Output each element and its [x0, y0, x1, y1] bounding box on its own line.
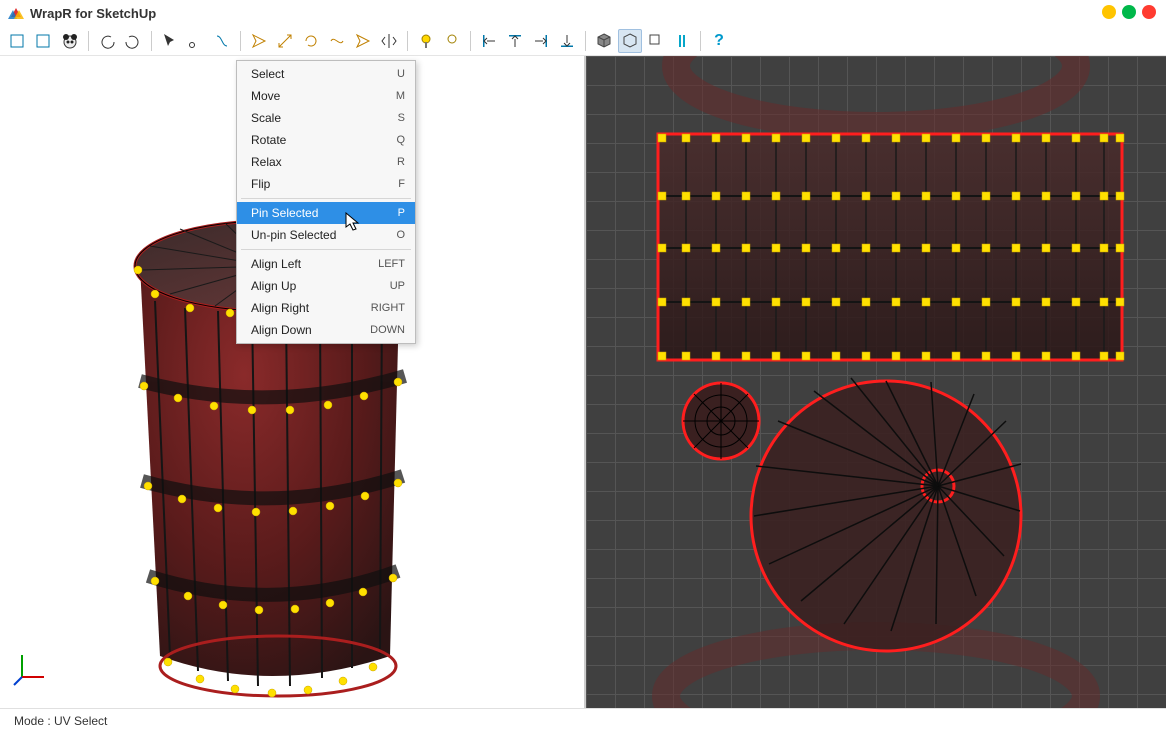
menu-item-shortcut: O [396, 229, 405, 241]
menu-item-shortcut: R [397, 156, 405, 168]
menu-item-shortcut: S [398, 112, 405, 124]
menu-item-shortcut: DOWN [370, 324, 405, 336]
menu-item-align-down[interactable]: Align Down DOWN [237, 319, 415, 341]
menu-item-label: Align Down [251, 323, 312, 337]
pin-selected-icon[interactable] [414, 29, 438, 53]
menu-item-move[interactable]: Move M [237, 85, 415, 107]
toolbar-separator [700, 31, 701, 51]
export-icon[interactable] [32, 29, 56, 53]
flip-icon[interactable] [377, 29, 401, 53]
undo-icon[interactable] [95, 29, 119, 53]
menu-item-shortcut: F [398, 178, 405, 190]
menu-item-shortcut: UP [390, 280, 405, 292]
menu-item-shortcut: M [396, 90, 405, 102]
cut-icon[interactable] [184, 29, 208, 53]
cube-solid-icon[interactable] [592, 29, 616, 53]
menu-item-pin-selected[interactable]: Pin Selected P [237, 202, 415, 224]
menu-item-label: Select [251, 67, 284, 81]
menu-item-label: Align Left [251, 257, 301, 271]
panda-icon[interactable] [58, 29, 82, 53]
stitch-icon[interactable] [210, 29, 234, 53]
content-area [0, 56, 1166, 708]
toolbar-separator [240, 31, 241, 51]
toolbar-separator [151, 31, 152, 51]
cube-wire-icon[interactable] [618, 29, 642, 53]
menu-item-shortcut: Q [396, 134, 405, 146]
redo-icon[interactable] [121, 29, 145, 53]
toolbar-separator [470, 31, 471, 51]
minimize-button[interactable] [1102, 5, 1116, 19]
rotate-icon[interactable] [299, 29, 323, 53]
menu-item-shortcut: P [398, 207, 405, 219]
menu-item-label: Align Up [251, 279, 296, 293]
menu-item-relax[interactable]: Relax R [237, 151, 415, 173]
menu-item-scale[interactable]: Scale S [237, 107, 415, 129]
menu-item-align-right[interactable]: Align Right RIGHT [237, 297, 415, 319]
window-controls [1102, 5, 1156, 19]
menu-item-label: Move [251, 89, 280, 103]
menu-item-un-pin-selected[interactable]: Un-pin Selected O [237, 224, 415, 246]
context-menu[interactable]: Select U Move M Scale S Rotate Q Relax R Flip F Pin … [236, 60, 416, 344]
menu-item-label: Pin Selected [251, 206, 318, 220]
menu-separator [241, 249, 411, 250]
menu-item-align-left[interactable]: Align Left LEFT [237, 253, 415, 275]
pin-icon[interactable] [351, 29, 375, 53]
close-button[interactable] [1142, 5, 1156, 19]
menu-item-label: Align Right [251, 301, 309, 315]
scale-icon[interactable] [273, 29, 297, 53]
align-right-icon[interactable] [529, 29, 553, 53]
toolbar-separator [407, 31, 408, 51]
menu-item-shortcut: U [397, 68, 405, 80]
unpin-selected-icon[interactable] [440, 29, 464, 53]
menu-item-rotate[interactable]: Rotate Q [237, 129, 415, 151]
align-down-icon[interactable] [555, 29, 579, 53]
status-mode-label: Mode : UV Select [14, 714, 107, 728]
menu-separator [241, 198, 411, 199]
viewport-uv[interactable] [586, 56, 1166, 708]
move-icon[interactable] [247, 29, 271, 53]
axis-gizmo-icon [12, 651, 48, 692]
menu-item-flip[interactable]: Flip F [237, 173, 415, 195]
main-toolbar: ? [0, 26, 1166, 56]
overlap-icon[interactable] [644, 29, 668, 53]
toolbar-separator [585, 31, 586, 51]
align-left-icon[interactable] [477, 29, 501, 53]
menu-item-shortcut: RIGHT [371, 302, 405, 314]
menu-item-label: Flip [251, 177, 270, 191]
maximize-button[interactable] [1122, 5, 1136, 19]
help-icon[interactable]: ? [707, 29, 731, 53]
title-bar: WrapR for SketchUp [0, 0, 1166, 26]
status-bar: Mode : UV Select [0, 708, 1166, 732]
menu-item-select[interactable]: Select U [237, 63, 415, 85]
align-up-icon[interactable] [503, 29, 527, 53]
measure-icon[interactable] [670, 29, 694, 53]
menu-item-label: Scale [251, 111, 281, 125]
menu-item-shortcut: LEFT [378, 258, 405, 270]
menu-item-label: Rotate [251, 133, 286, 147]
uv-islands-render [586, 56, 1166, 708]
menu-item-align-up[interactable]: Align Up UP [237, 275, 415, 297]
app-logo-icon [8, 5, 24, 21]
menu-item-label: Relax [251, 155, 282, 169]
window-title: WrapR for SketchUp [30, 6, 156, 21]
import-icon[interactable] [6, 29, 30, 53]
toolbar-separator [88, 31, 89, 51]
select-icon[interactable] [158, 29, 182, 53]
menu-item-label: Un-pin Selected [251, 228, 336, 242]
relax-icon[interactable] [325, 29, 349, 53]
